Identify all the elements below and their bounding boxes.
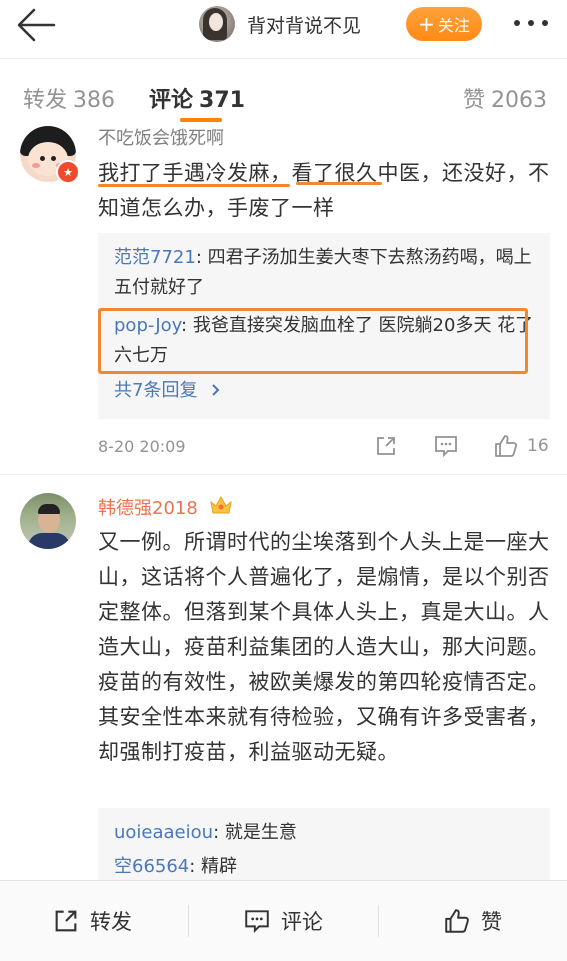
active-tab-indicator bbox=[180, 118, 222, 122]
reply-item[interactable]: 空66564: 精辟 bbox=[114, 852, 534, 882]
comment-icon bbox=[245, 910, 269, 934]
underline-annotation bbox=[98, 184, 290, 187]
thumbs-up-icon bbox=[495, 435, 518, 457]
bottom-like-button[interactable]: 赞 bbox=[443, 905, 502, 937]
header-divider bbox=[0, 58, 567, 59]
avatar[interactable] bbox=[20, 493, 76, 549]
comment-username[interactable]: 不吃饭会饿死啊 bbox=[98, 124, 224, 150]
like-action[interactable]: 16 bbox=[493, 432, 549, 460]
bottom-comment-button[interactable]: 评论 bbox=[243, 905, 323, 937]
comment-icon bbox=[435, 436, 457, 458]
follow-button[interactable]: + 关注 bbox=[406, 7, 482, 41]
highlight-annotation bbox=[98, 308, 528, 374]
bottom-divider bbox=[378, 905, 379, 937]
tab-bar: 转发 386 评论 371 赞 2063 bbox=[0, 66, 567, 122]
reply-item[interactable]: 范范7721: 四君子汤加生姜大枣下去熬汤药喝，喝上五付就好了 bbox=[114, 243, 534, 303]
verified-badge-icon: ★ bbox=[56, 160, 80, 184]
underline-annotation bbox=[296, 182, 382, 185]
tab-repost[interactable]: 转发 386 bbox=[23, 82, 115, 114]
reply-item[interactable]: uoieaaeiou: 就是生意 bbox=[114, 818, 534, 848]
bottom-repost-button[interactable]: 转发 bbox=[52, 905, 132, 937]
more-dots-icon[interactable] bbox=[514, 20, 554, 30]
tab-comment[interactable]: 评论 371 bbox=[149, 82, 245, 114]
like-count: 16 bbox=[527, 436, 549, 456]
repost-action[interactable] bbox=[374, 432, 398, 460]
top-header: 背对背说不见 + 关注 bbox=[0, 0, 567, 50]
bottom-divider bbox=[188, 905, 189, 937]
tab-like[interactable]: 赞 2063 bbox=[463, 82, 547, 114]
comment-time: 8-20 20:09 bbox=[98, 437, 186, 456]
thumbs-up-icon bbox=[445, 909, 469, 933]
comment-divider bbox=[0, 474, 567, 475]
reply-action[interactable] bbox=[433, 432, 459, 460]
share-icon bbox=[55, 910, 77, 932]
arrow-left-icon[interactable] bbox=[14, 6, 58, 44]
comment-text: 又一例。所谓时代的尘埃落到个人头上是一座大山，这话将个人普遍化了，是煽情，是以个… bbox=[98, 530, 550, 764]
more-replies-link[interactable]: 共7条回复 bbox=[114, 376, 223, 402]
share-icon bbox=[377, 437, 395, 455]
vip-crown-icon bbox=[209, 495, 232, 514]
comment-text: 我打了手遇冷发麻，看了很久中医，还没好，不知道怎么办，手废了一样 bbox=[98, 161, 550, 220]
follow-label: 关注 bbox=[437, 16, 470, 35]
page-title[interactable]: 背对背说不见 bbox=[247, 11, 361, 38]
comment-username[interactable]: 韩德强2018 bbox=[98, 494, 234, 520]
bottom-action-bar: 转发 评论 赞 bbox=[0, 880, 567, 961]
plus-icon: + bbox=[418, 12, 435, 36]
reply-box[interactable]: uoieaaeiou: 就是生意 空66564: 精辟 bbox=[98, 808, 550, 888]
chevron-right-icon bbox=[212, 384, 220, 396]
header-avatar[interactable] bbox=[199, 6, 235, 42]
